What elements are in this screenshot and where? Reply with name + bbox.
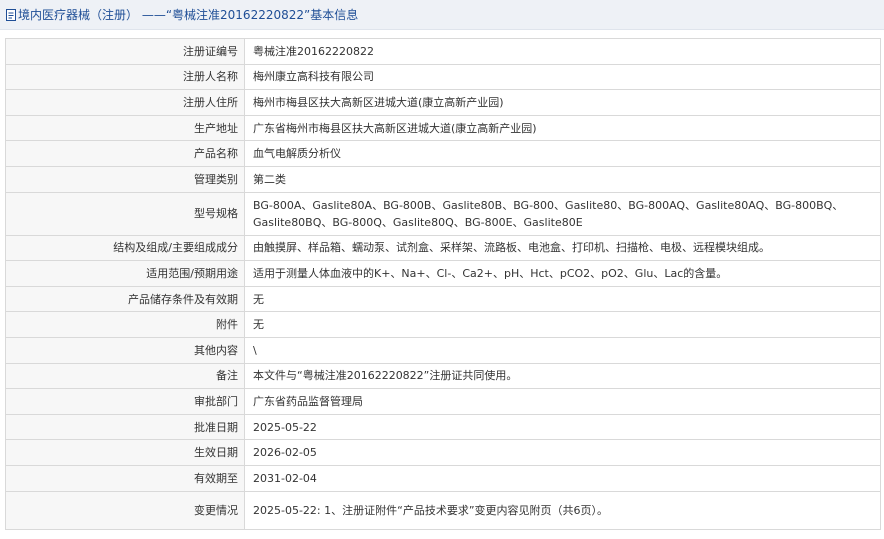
row-value: 血气电解质分析仪 — [244, 140, 881, 167]
row-label: 产品名称 — [5, 140, 245, 167]
table-row: 附件 无 — [5, 311, 881, 338]
row-value: 梅州市梅县区扶大高新区进城大道(康立高新产业园) — [244, 89, 881, 116]
row-label: 注册人住所 — [5, 89, 245, 116]
table-row: 注册人名称 梅州康立高科技有限公司 — [5, 63, 881, 91]
table-row: 型号规格 BG-800A、Gaslite80A、BG-800B、Gaslite8… — [5, 191, 881, 236]
table-row: 备注 本文件与“粤械注准20162220822”注册证共同使用。 — [5, 362, 881, 390]
row-value: 广东省药品监督管理局 — [244, 388, 881, 415]
row-value: BG-800A、Gaslite80A、BG-800B、Gaslite80B、BG… — [244, 191, 881, 236]
row-label: 其他内容 — [5, 336, 245, 364]
row-value: 广东省梅州市梅县区扶大高新区进城大道(康立高新产业园) — [244, 114, 881, 142]
table-row: 管理类别 第二类 — [5, 165, 881, 193]
page-title: 境内医疗器械（注册） ——“粤械注准20162220822”基本信息 — [18, 8, 359, 22]
row-label: 批准日期 — [5, 413, 245, 441]
row-label: 注册证编号 — [5, 38, 245, 65]
row-value: 梅州康立高科技有限公司 — [244, 63, 881, 91]
document-icon — [6, 8, 16, 21]
row-value: 本文件与“粤械注准20162220822”注册证共同使用。 — [244, 362, 881, 390]
row-value: 2031-02-04 — [244, 464, 881, 492]
table-row: 适用范围/预期用途 适用于测量人体血液中的K+、Na+、Cl-、Ca2+、pH、… — [5, 260, 881, 287]
row-label: 附件 — [5, 311, 245, 338]
table-row: 批准日期 2025-05-22 — [5, 413, 881, 441]
table-row: 生效日期 2026-02-05 — [5, 439, 881, 466]
row-value: 由触摸屏、样品箱、蠕动泵、试剂盒、采样架、流路板、电池盒、打印机、扫描枪、电极、… — [244, 234, 881, 262]
row-value: 无 — [244, 311, 881, 338]
row-label: 型号规格 — [5, 191, 245, 236]
table-row: 注册证编号 粤械注准20162220822 — [5, 38, 881, 65]
page-header: 境内医疗器械（注册） ——“粤械注准20162220822”基本信息 — [0, 0, 884, 30]
row-value: 2026-02-05 — [244, 439, 881, 466]
row-label: 管理类别 — [5, 165, 245, 193]
row-label: 生效日期 — [5, 439, 245, 466]
table-row: 变更情况 2025-05-22: 1、注册证附件“产品技术要求”变更内容见附页（… — [5, 490, 881, 530]
row-value: 2025-05-22 — [244, 413, 881, 441]
row-label: 结构及组成/主要组成成分 — [5, 234, 245, 262]
table-row: 注册人住所 梅州市梅县区扶大高新区进城大道(康立高新产业园) — [5, 89, 881, 116]
table-row: 产品名称 血气电解质分析仪 — [5, 140, 881, 167]
row-label: 有效期至 — [5, 464, 245, 492]
table-row: 结构及组成/主要组成成分 由触摸屏、样品箱、蠕动泵、试剂盒、采样架、流路板、电池… — [5, 234, 881, 262]
info-table: 注册证编号 粤械注准20162220822 注册人名称 梅州康立高科技有限公司 … — [5, 38, 881, 530]
table-row: 审批部门 广东省药品监督管理局 — [5, 388, 881, 415]
row-value: 粤械注准20162220822 — [244, 38, 881, 65]
table-row: 有效期至 2031-02-04 — [5, 464, 881, 492]
row-label: 备注 — [5, 362, 245, 390]
table-row: 其他内容 \ — [5, 336, 881, 364]
row-label: 注册人名称 — [5, 63, 245, 91]
row-value: 第二类 — [244, 165, 881, 193]
row-value: 2025-05-22: 1、注册证附件“产品技术要求”变更内容见附页（共6页）。 — [244, 490, 881, 530]
row-label: 生产地址 — [5, 114, 245, 142]
row-label: 变更情况 — [5, 490, 245, 530]
row-value: 适用于测量人体血液中的K+、Na+、Cl-、Ca2+、pH、Hct、pCO2、p… — [244, 260, 881, 287]
table-row: 产品储存条件及有效期 无 — [5, 285, 881, 313]
row-value: 无 — [244, 285, 881, 313]
table-row: 生产地址 广东省梅州市梅县区扶大高新区进城大道(康立高新产业园) — [5, 114, 881, 142]
row-label: 产品储存条件及有效期 — [5, 285, 245, 313]
row-label: 适用范围/预期用途 — [5, 260, 245, 287]
row-label: 审批部门 — [5, 388, 245, 415]
row-value: \ — [244, 336, 881, 364]
